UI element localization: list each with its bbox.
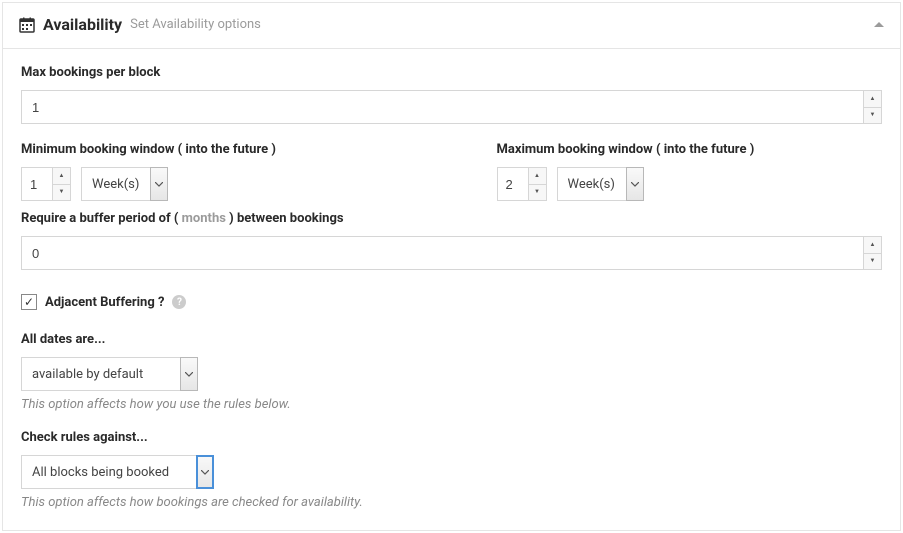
- max-bookings-label: Max bookings per block: [21, 65, 882, 80]
- spinner-control: ▲ ▼: [52, 168, 70, 200]
- chevron-up-icon: [874, 21, 884, 28]
- buffer-label-pre: Require a buffer period of (: [21, 211, 178, 226]
- dropdown-button[interactable]: [196, 455, 214, 489]
- panel-body: Max bookings per block ▲ ▼ Minimum booki…: [3, 48, 900, 530]
- check-rules-hint: This option affects how bookings are che…: [21, 495, 882, 510]
- min-window-label: Minimum booking window ( into the future…: [21, 142, 407, 157]
- max-window-unit-select[interactable]: Week(s): [557, 167, 627, 201]
- help-icon[interactable]: ?: [172, 295, 186, 309]
- chevron-down-icon: [201, 470, 209, 475]
- buffer-label-post: ) between bookings: [229, 211, 343, 226]
- spinner-up[interactable]: ▲: [864, 91, 881, 108]
- check-rules-select[interactable]: All blocks being booked: [21, 455, 197, 489]
- dropdown-button[interactable]: [180, 357, 198, 391]
- collapse-toggle[interactable]: [874, 17, 884, 32]
- adjacent-buffering-label: Adjacent Buffering ?: [45, 295, 164, 310]
- spinner-control: ▲ ▼: [863, 91, 881, 123]
- adjacent-buffering-checkbox[interactable]: ✓: [21, 294, 37, 310]
- spinner-down[interactable]: ▼: [864, 254, 881, 270]
- chevron-down-icon: [631, 182, 639, 187]
- panel-title: Availability: [43, 15, 122, 34]
- dropdown-button[interactable]: [150, 167, 168, 201]
- spinner-up[interactable]: ▲: [53, 168, 70, 185]
- chevron-down-icon: [155, 182, 163, 187]
- availability-panel: Availability Set Availability options Ma…: [2, 2, 901, 531]
- all-dates-select[interactable]: available by default: [21, 357, 181, 391]
- buffer-label-unit: months: [182, 211, 226, 226]
- chevron-down-icon: [185, 372, 193, 377]
- max-window-label: Maximum booking window ( into the future…: [497, 142, 883, 157]
- calendar-icon: [19, 17, 35, 33]
- spinner-up[interactable]: ▲: [864, 237, 881, 254]
- all-dates-label: All dates are...: [21, 332, 882, 347]
- panel-header: Availability Set Availability options: [3, 3, 900, 48]
- check-icon: ✓: [24, 296, 34, 308]
- min-window-unit-select[interactable]: Week(s): [81, 167, 151, 201]
- max-bookings-input[interactable]: [21, 90, 882, 124]
- dropdown-button[interactable]: [626, 167, 644, 201]
- spinner-down[interactable]: ▼: [53, 185, 70, 201]
- spinner-down[interactable]: ▼: [529, 185, 546, 201]
- spinner-control: ▲ ▼: [863, 237, 881, 269]
- panel-subtitle: Set Availability options: [130, 17, 261, 32]
- spinner-control: ▲ ▼: [528, 168, 546, 200]
- spinner-up[interactable]: ▲: [529, 168, 546, 185]
- buffer-period-input[interactable]: [21, 236, 882, 270]
- buffer-period-label: Require a buffer period of ( months ) be…: [21, 211, 882, 226]
- spinner-down[interactable]: ▼: [864, 108, 881, 124]
- check-rules-label: Check rules against...: [21, 430, 882, 445]
- all-dates-hint: This option affects how you use the rule…: [21, 397, 882, 412]
